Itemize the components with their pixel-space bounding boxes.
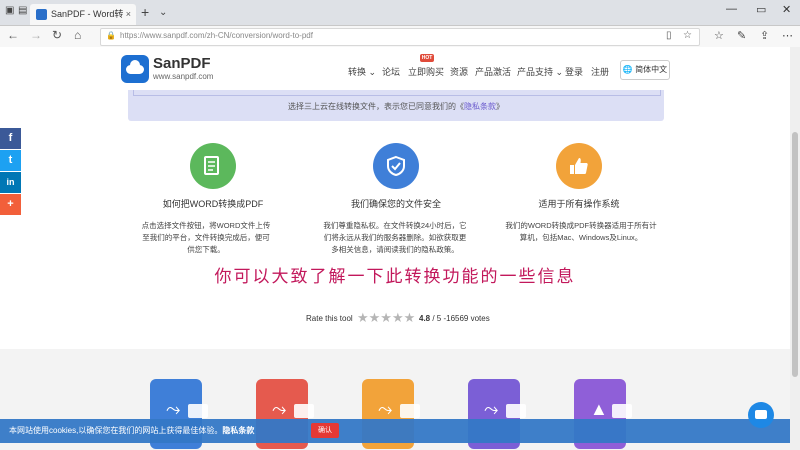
forward-icon[interactable]: → [30,28,42,42]
feature-desc-os: 我们的WORD转换成PDF转换器适用于所有计算机，包括Mac、Windows及L… [505,221,657,242]
address-bar-row: ← → ↻ ⌂ 🔒 https://www.sanpdf.com/zh-CN/c… [0,26,800,48]
page-scrollbar[interactable] [790,47,800,450]
more-share-icon[interactable]: + [0,194,21,215]
sanpdf-logo-icon[interactable] [121,55,149,83]
nav-activation[interactable]: 产品激活 [475,65,511,78]
thumbs-up-icon [556,143,602,189]
rating-score: 4.8 / 5 -16569 votes [419,314,490,323]
privacy-terms-link[interactable]: 隐私条款 [464,102,496,111]
notes-icon[interactable]: ✎ [737,29,746,42]
reading-view-icon[interactable]: ▯ [666,30,672,41]
brand-name[interactable]: SanPDF [153,55,211,72]
chat-icon[interactable] [748,402,774,428]
feature-desc-how: 点击选择文件按钮，将WORD文件上传至我们的平台，文件转换完成后，便可供您下载。 [141,221,271,254]
brand-url: www.sanpdf.com [153,72,214,81]
share-icon[interactable]: ⇪ [760,29,769,42]
feature-desc-security: 我们尊重隐私权。在文件转换24小时后，它们将永远从我们的服务器删除。如欲获取更多… [323,221,467,254]
twitter-share-icon[interactable]: t [0,150,21,171]
browser-tab[interactable]: SanPDF - Word转PDF - × [30,4,136,25]
feature-title-how: 如何把WORD转换成PDF [162,199,264,209]
nav-resources[interactable]: 资源 [450,65,468,78]
hot-badge: HOT [420,54,434,62]
nav-login[interactable]: 登录 [565,65,583,78]
lock-icon: 🔒 [106,31,116,40]
minimize-button[interactable]: — [726,3,737,15]
back-icon[interactable]: ← [7,28,19,42]
cookie-banner: 本网站使用cookies,以确保您在我们的网站上获得最佳体验。隐私条款 确认 [0,419,790,443]
favorite-star-icon[interactable]: ☆ [683,30,692,41]
document-icon [190,143,236,189]
nav-register[interactable]: 注册 [591,65,609,78]
cookie-accept-button[interactable]: 确认 [311,423,339,438]
scrollbar-thumb[interactable] [792,132,798,377]
new-tab-button[interactable]: + [141,4,149,20]
terms-notice: 选择三上云在线转换文件，表示您已同意我们的《隐私条款》 [288,102,504,111]
favorites-icon[interactable]: ☆ [714,29,724,42]
nav-buy-now[interactable]: 立即购买 [408,65,444,78]
cookie-privacy-link[interactable]: 隐私条款 [222,426,254,435]
video-caption-overlay: 你可以大致了解一下此转换功能的一些信息 [214,267,576,287]
feature-title-os: 适用于所有操作系统 [538,199,620,209]
feature-title-security: 我们确保您的文件安全 [350,199,441,209]
linkedin-share-icon[interactable]: in [0,172,21,193]
more-icon[interactable]: ⋯ [782,29,793,42]
rate-label: Rate this tool [306,314,353,323]
language-label: 简体中文 [635,65,668,74]
home-icon[interactable]: ⌂ [74,28,81,42]
shield-icon [373,143,419,189]
language-selector[interactable]: 🌐 简体中文 [620,60,670,80]
refresh-icon[interactable]: ↻ [52,28,62,42]
facebook-share-icon[interactable]: f [0,128,21,149]
upload-banner: 选择三上云在线转换文件，表示您已同意我们的《隐私条款》 [128,90,664,121]
nav-forum[interactable]: 论坛 [382,65,400,78]
maximize-button[interactable]: ▭ [756,3,766,16]
close-window-button[interactable]: ✕ [782,3,791,16]
nav-convert[interactable]: 转换 ⌄ [348,65,376,78]
window-menu-icon[interactable]: ▣ [5,5,14,16]
tab-list-button[interactable]: ⌄ [159,7,167,18]
cookie-notice: 本网站使用cookies,以确保您在我们的网站上获得最佳体验。隐私条款 [9,426,255,435]
address-bar[interactable]: 🔒 https://www.sanpdf.com/zh-CN/conversio… [100,28,700,46]
url-text: https://www.sanpdf.com/zh-CN/conversion/… [120,31,313,40]
rating-stars[interactable]: ★★★★★ [357,310,415,326]
nav-support[interactable]: 产品支持 ⌄ [517,65,563,78]
favicon-icon [36,9,47,20]
tab-title: SanPDF - Word转PDF - [51,9,123,19]
web-page: SanPDF www.sanpdf.com 转换 ⌄ 论坛 HOT 立即购买 资… [0,47,790,450]
tab-close-icon[interactable]: × [126,4,131,25]
tab-actions-icon[interactable]: ▤ [18,5,27,16]
browser-tab-bar: ▣ ▤ SanPDF - Word转PDF - × + ⌄ — ▭ ✕ [0,0,800,26]
